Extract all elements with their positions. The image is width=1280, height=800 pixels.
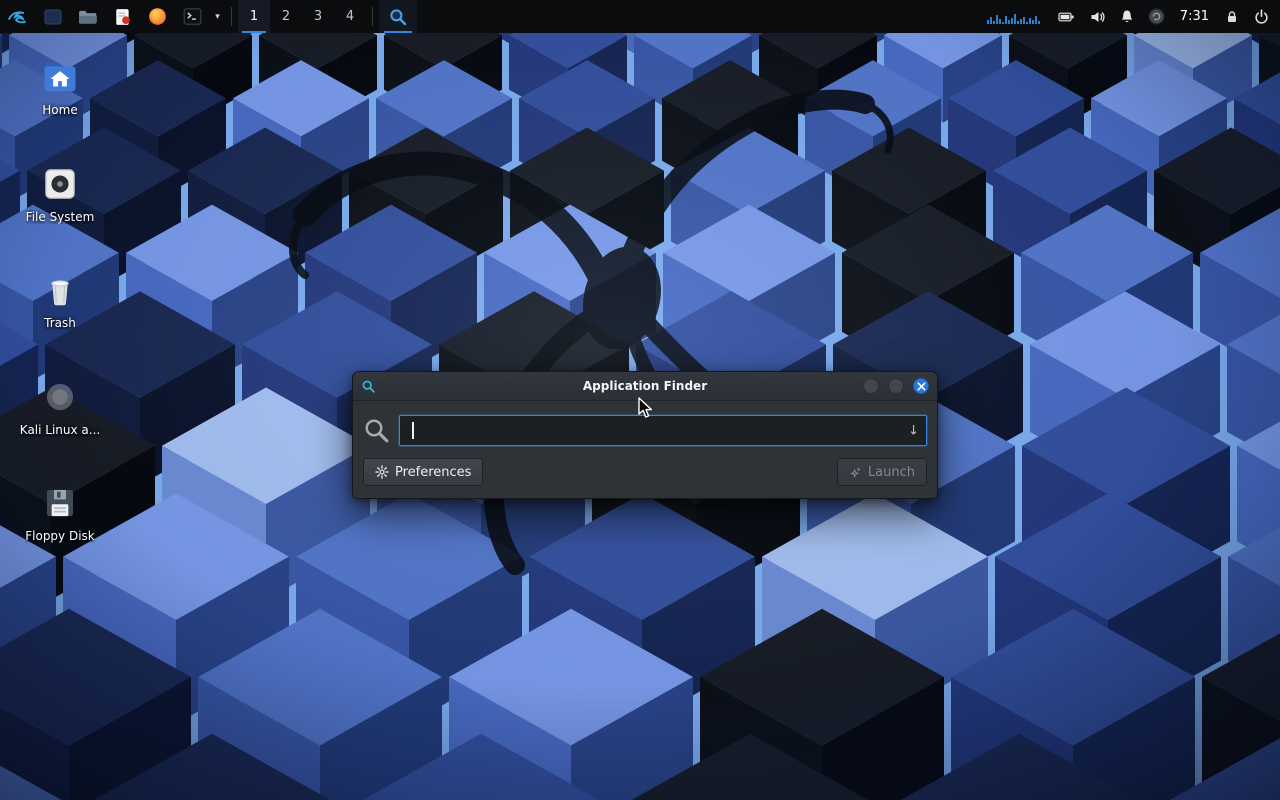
window-buttons: [863, 378, 929, 394]
desktop-icon-label: Kali Linux a...: [20, 423, 100, 437]
gear-icon: [375, 465, 389, 479]
panel-separator: [231, 7, 232, 26]
lock-icon[interactable]: [1224, 9, 1240, 25]
desktop-icon-trash[interactable]: Trash: [8, 271, 112, 330]
close-button[interactable]: [913, 378, 929, 394]
firefox-icon[interactable]: [140, 0, 175, 33]
file-manager-icon[interactable]: [70, 0, 105, 33]
floppy-disk-icon: [41, 484, 79, 522]
close-icon: [917, 382, 926, 391]
clock[interactable]: 7:31: [1178, 9, 1211, 24]
application-finder-window-icon: [361, 379, 376, 394]
search-input-wrap: ↓: [399, 415, 927, 446]
desktop-icon-kali-linux[interactable]: Kali Linux a...: [8, 378, 112, 437]
workspace-4[interactable]: 4: [334, 0, 366, 33]
search-icon: [363, 417, 390, 444]
desktop-icon-home[interactable]: Home: [8, 58, 112, 117]
volume-icon[interactable]: [1089, 9, 1106, 25]
taskbar-application-finder-icon[interactable]: [379, 0, 417, 33]
kali-menu-icon[interactable]: [0, 0, 35, 33]
system-tray: 7:31: [987, 0, 1280, 33]
launch-button[interactable]: Launch: [837, 458, 927, 486]
top-panel: ▾ 1 2 3 4 7:31: [0, 0, 1280, 33]
trash-icon: [41, 271, 79, 309]
application-finder-window: Application Finder ↓ Preferences Launch: [352, 371, 938, 499]
status-circle-icon[interactable]: [1148, 8, 1165, 25]
kali-linux-icon: [41, 378, 79, 416]
search-input[interactable]: [399, 415, 927, 446]
activity-graph: [987, 10, 1040, 24]
desktop-icon-label: File System: [26, 210, 95, 224]
workspace-2[interactable]: 2: [270, 0, 302, 33]
workspace-1[interactable]: 1: [238, 0, 270, 33]
dashboard-icon[interactable]: [35, 0, 70, 33]
maximize-button[interactable]: [888, 378, 904, 394]
mouse-cursor: [636, 397, 656, 423]
power-icon[interactable]: [1253, 8, 1270, 25]
text-editor-icon[interactable]: [105, 0, 140, 33]
desktop-icon-label: Trash: [44, 316, 76, 330]
desktop-icon-file-system[interactable]: File System: [8, 165, 112, 224]
desktop-icon-label: Floppy Disk: [25, 529, 95, 543]
dialog-button-row: Preferences Launch: [353, 454, 937, 498]
dropdown-arrow-icon[interactable]: ↓: [908, 423, 919, 438]
terminal-dropdown-chevron-icon[interactable]: ▾: [210, 0, 225, 33]
file-system-icon: [41, 165, 79, 203]
minimize-button[interactable]: [863, 378, 879, 394]
text-caret: [412, 422, 414, 439]
notifications-bell-icon[interactable]: [1119, 9, 1135, 25]
window-title: Application Finder: [353, 379, 937, 393]
launch-label: Launch: [868, 465, 915, 480]
panel-launchers: ▾ 1 2 3 4: [0, 0, 417, 33]
launch-icon: [849, 466, 862, 479]
workspace-3[interactable]: 3: [302, 0, 334, 33]
desktop-icon-label: Home: [42, 103, 77, 117]
home-folder-icon: [41, 58, 79, 96]
preferences-label: Preferences: [395, 465, 471, 480]
panel-separator: [372, 7, 373, 26]
terminal-icon[interactable]: [175, 0, 210, 33]
desktop-icon-floppy-disk[interactable]: Floppy Disk: [8, 484, 112, 543]
battery-icon[interactable]: [1057, 9, 1076, 25]
preferences-button[interactable]: Preferences: [363, 458, 483, 486]
